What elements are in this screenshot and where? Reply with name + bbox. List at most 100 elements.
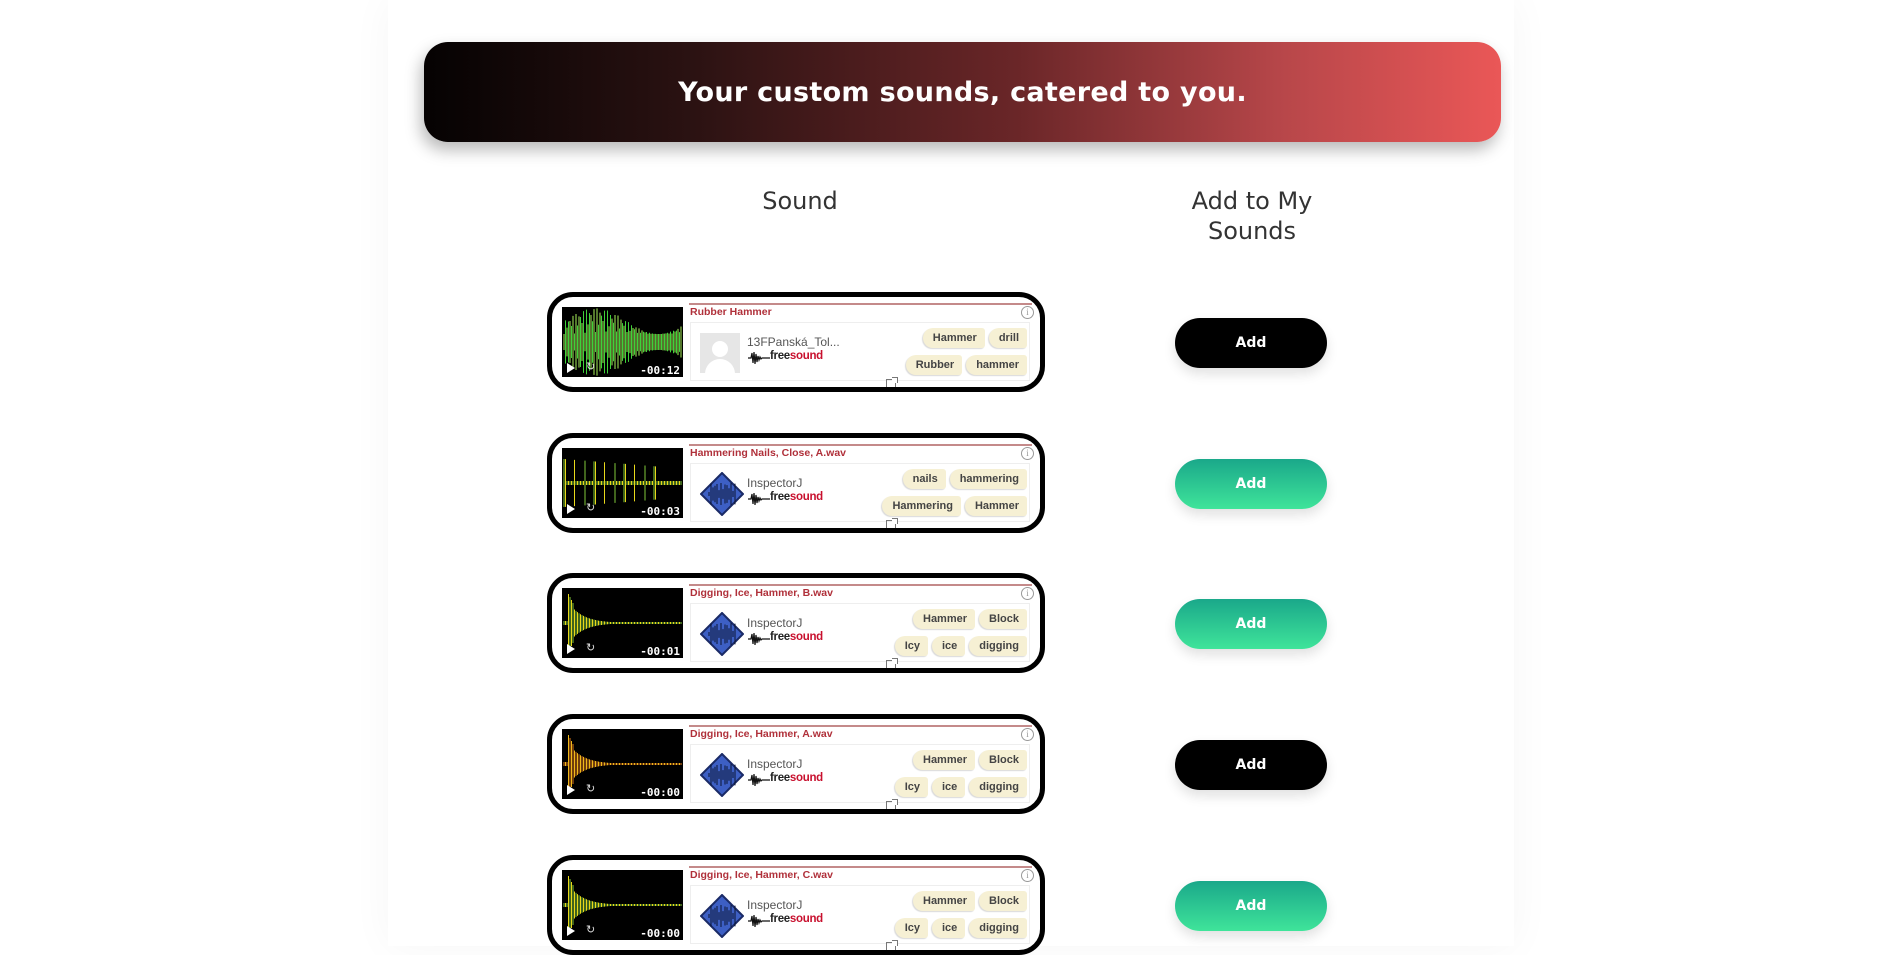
tag[interactable]: ice: [931, 918, 966, 938]
tag[interactable]: Icy: [894, 918, 928, 938]
tag-row: Hammer drill: [922, 328, 1027, 348]
tag[interactable]: Block: [979, 891, 1027, 911]
replay-icon[interactable]: ↻: [586, 782, 595, 795]
tag[interactable]: digging: [969, 777, 1027, 797]
play-icon[interactable]: [567, 785, 575, 795]
tag[interactable]: nails: [902, 469, 946, 489]
waveform-player[interactable]: ↻ -00:01: [562, 588, 683, 658]
tag-row: Icy ice digging: [894, 777, 1027, 797]
tag[interactable]: ice: [931, 777, 966, 797]
tag[interactable]: Hammer: [922, 328, 985, 348]
external-link-icon[interactable]: [886, 377, 898, 387]
hero-banner: Your custom sounds, catered to you.: [424, 42, 1501, 142]
tag[interactable]: Hammer: [913, 750, 976, 770]
tag[interactable]: Hammer: [913, 891, 976, 911]
tag[interactable]: Icy: [894, 636, 928, 656]
default-avatar-icon[interactable]: [700, 333, 740, 373]
sound-metadata: InspectorJ freesound Hammer Block Icy ice digg…: [690, 744, 1030, 809]
banner-title: Your custom sounds, catered to you.: [678, 76, 1247, 108]
sound-metadata: InspectorJ freesound nails hammering Hammeri…: [690, 463, 1030, 528]
sound-row: ↻ -00:01 Digging, Ice, Hammer, B.wav i Inspe…: [0, 573, 1902, 673]
username-link[interactable]: InspectorJ: [747, 898, 802, 912]
tag[interactable]: digging: [969, 918, 1027, 938]
tag[interactable]: ice: [931, 636, 966, 656]
tag[interactable]: hammering: [949, 469, 1027, 489]
replay-icon[interactable]: ↻: [586, 641, 595, 654]
sound-title-link[interactable]: Rubber Hammer: [690, 306, 772, 318]
replay-icon[interactable]: ↻: [586, 923, 595, 936]
sound-player-card: ↻ -00:12 Rubber Hammer i 13FPanská_Tol... fre…: [547, 292, 1045, 392]
tag-list: Hammer Block Icy ice digging: [837, 889, 1027, 941]
username-link[interactable]: InspectorJ: [747, 476, 802, 490]
play-icon[interactable]: [567, 644, 575, 654]
info-icon[interactable]: i: [1021, 728, 1034, 741]
add-to-my-sounds-button[interactable]: Add: [1175, 740, 1327, 790]
tag-row: Hammer Block: [913, 891, 1027, 911]
sound-row: ↻ -00:00 Digging, Ice, Hammer, A.wav i Inspe…: [0, 714, 1902, 814]
sound-metadata: InspectorJ freesound Hammer Block Icy ice digg…: [690, 603, 1030, 668]
tag[interactable]: Hammer: [913, 609, 976, 629]
sound-row: ↻ -00:03 Hammering Nails, Close, A.wav i Ins…: [0, 433, 1902, 533]
sound-player-card: ↻ -00:03 Hammering Nails, Close, A.wav i Ins…: [547, 433, 1045, 533]
tag[interactable]: Hammering: [882, 496, 961, 516]
waveform-player[interactable]: ↻ -00:03: [562, 448, 683, 518]
card-divider: [689, 444, 1032, 446]
sound-title-link[interactable]: Digging, Ice, Hammer, C.wav: [690, 869, 833, 881]
tag[interactable]: Hammer: [964, 496, 1027, 516]
replay-icon[interactable]: ↻: [586, 360, 595, 373]
tag[interactable]: Icy: [894, 777, 928, 797]
username-link[interactable]: InspectorJ: [747, 616, 802, 630]
tag-row: Hammering Hammer: [882, 496, 1027, 516]
tag-row: Icy ice digging: [894, 918, 1027, 938]
replay-icon[interactable]: ↻: [586, 501, 595, 514]
waveform-player[interactable]: ↻ -00:12: [562, 307, 683, 377]
info-icon[interactable]: i: [1021, 447, 1034, 460]
tag[interactable]: Rubber: [905, 355, 963, 375]
external-link-icon[interactable]: [886, 940, 898, 950]
external-link-icon[interactable]: [886, 658, 898, 668]
add-to-my-sounds-button[interactable]: Add: [1175, 881, 1327, 931]
external-link-icon[interactable]: [886, 518, 898, 528]
tag-list: nails hammering Hammering Hammer: [837, 467, 1027, 519]
sound-title-link[interactable]: Digging, Ice, Hammer, B.wav: [690, 587, 833, 599]
duration-label: -00:00: [640, 786, 680, 799]
tag[interactable]: drill: [988, 328, 1027, 348]
info-icon[interactable]: i: [1021, 587, 1034, 600]
tag[interactable]: digging: [969, 636, 1027, 656]
sound-metadata: 13FPanská_Tol... freesound Hammer drill Rubb…: [690, 322, 1030, 387]
add-to-my-sounds-button[interactable]: Add: [1175, 459, 1327, 509]
play-icon[interactable]: [567, 504, 575, 514]
sound-title-link[interactable]: Digging, Ice, Hammer, A.wav: [690, 728, 833, 740]
add-to-my-sounds-button[interactable]: Add: [1175, 318, 1327, 368]
play-icon[interactable]: [567, 926, 575, 936]
duration-label: -00:12: [640, 364, 680, 377]
freesound-wordmark: freesound: [770, 913, 823, 925]
sound-row: ↻ -00:12 Rubber Hammer i 13FPanská_Tol... fre…: [0, 292, 1902, 392]
column-header-sound: Sound: [762, 187, 838, 215]
username-link[interactable]: InspectorJ: [747, 757, 802, 771]
username-link[interactable]: 13FPanská_Tol...: [747, 335, 840, 349]
freesound-wordmark: freesound: [770, 491, 823, 503]
tag-row: Hammer Block: [913, 609, 1027, 629]
add-to-my-sounds-button[interactable]: Add: [1175, 599, 1327, 649]
external-link-icon[interactable]: [886, 799, 898, 809]
tag-list: Hammer Block Icy ice digging: [837, 607, 1027, 659]
sound-player-card: ↻ -00:00 Digging, Ice, Hammer, C.wav i Inspe…: [547, 855, 1045, 955]
info-icon[interactable]: i: [1021, 306, 1034, 319]
waveform-player[interactable]: ↻ -00:00: [562, 870, 683, 940]
sound-title-link[interactable]: Hammering Nails, Close, A.wav: [690, 447, 846, 459]
play-icon[interactable]: [567, 363, 575, 373]
freesound-wave-icon: [748, 773, 770, 787]
tag[interactable]: Block: [979, 609, 1027, 629]
tag-row: nails hammering: [902, 469, 1027, 489]
card-divider: [689, 584, 1032, 586]
info-icon[interactable]: i: [1021, 869, 1034, 882]
tag[interactable]: Block: [979, 750, 1027, 770]
freesound-wave-icon: [748, 492, 770, 506]
waveform-player[interactable]: ↻ -00:00: [562, 729, 683, 799]
tag-list: Hammer Block Icy ice digging: [837, 748, 1027, 800]
tag[interactable]: hammer: [966, 355, 1027, 375]
freesound-wave-icon: [748, 632, 770, 646]
freesound-wave-icon: [748, 351, 770, 365]
tag-row: Icy ice digging: [894, 636, 1027, 656]
